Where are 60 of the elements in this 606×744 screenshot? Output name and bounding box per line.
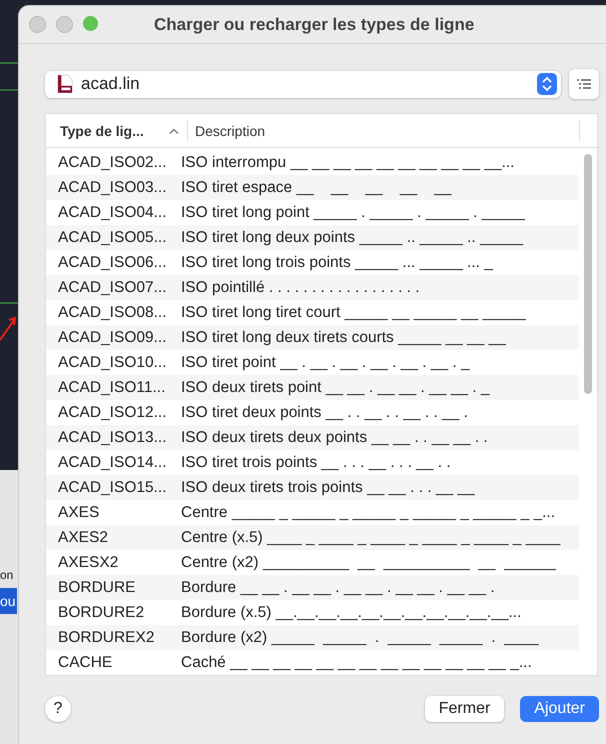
linetype-description: ISO tiret trois points __ . . . __ . . . __ . .	[181, 454, 451, 472]
file-dropdown[interactable]: acad.lin	[45, 70, 561, 98]
linetype-name: ACAD_ISO09...	[57, 328, 168, 346]
linetype-name: ACAD_ISO04...	[57, 204, 168, 222]
linetype-description: ISO deux tirets trois points __ __ . . . __ __	[181, 478, 475, 496]
linetype-description: Caché __ __ __ __ __ __ __ __ __ __ __ __ __ _...	[181, 654, 532, 672]
list-icon	[577, 79, 591, 89]
linetype-name: ACAD_ISO11...	[57, 378, 166, 396]
linetype-description: Bordure (x.5) __.__.__.__.__.__.__.__.__.__.__...	[181, 604, 522, 622]
help-button[interactable]: ?	[45, 696, 71, 722]
window-title: Charger ou recharger les types de ligne	[154, 14, 474, 34]
scrollbar[interactable]	[584, 154, 592, 394]
list-view-button[interactable]	[569, 69, 599, 99]
column-header[interactable]: Description	[188, 120, 580, 141]
linetype-description: ISO deux tirets point __ __ . __ __ . __ __ . _	[181, 378, 490, 396]
linetype-description: ISO tiret deux points __ . . __ . . __ . . __ .	[181, 404, 468, 422]
linetype-description: ISO interrompu __ __ __ __ __ __ __ __ __ __...	[181, 154, 514, 172]
linetype-description: ISO tiret espace __ __ __ __ __	[181, 178, 452, 196]
linetype-description: Bordure (x2) _____ _____ . _____ _____ . ____	[181, 628, 539, 646]
column-header[interactable]: Type de lig...	[46, 120, 188, 141]
linetype-name: AXES2	[57, 528, 109, 546]
linetype-name: ACAD_ISO08...	[57, 304, 168, 322]
linetype-name: AXESX2	[57, 554, 120, 572]
linetype-name: BORDURE2	[57, 604, 146, 622]
add-button[interactable]: Ajouter	[520, 696, 599, 722]
close-button[interactable]	[29, 16, 46, 33]
linetype-description: ISO tiret long tiret court _____ __ _____ __ _____	[181, 304, 526, 322]
linetype-name: ACAD_ISO02...	[57, 154, 168, 172]
linetype-name: ACAD_ISO06...	[57, 254, 168, 272]
linetype-description: ISO deux tirets deux points __ __ . . __ __ . .	[181, 428, 488, 446]
close-button[interactable]: Fermer	[424, 696, 504, 722]
linetype-description: ISO tiret long point _____ . _____ . _____ . _____	[181, 204, 525, 222]
linetype-description: ISO tiret long trois points _____ ... _____ ... _	[181, 254, 493, 272]
linetype-description: Centre _____ _ _____ _ _____ _ _____ _ _____ _ _...	[181, 504, 556, 522]
linetype-name: ACAD_ISO07...	[57, 278, 168, 296]
zoom-button[interactable]	[83, 16, 98, 31]
linetype-name: ACAD_ISO03...	[57, 178, 168, 196]
linetype-description: ISO tiret point __ . __ . __ . __ . __ . __ . _	[181, 354, 470, 372]
linetype-name: ACAD_ISO13...	[57, 428, 168, 446]
linetype-name: ACAD_ISO14...	[57, 454, 168, 472]
linetype-name: ACAD_ISO05...	[57, 228, 168, 246]
linetype-description: ISO tiret long deux tirets courts _____ __ __ __	[181, 328, 506, 346]
linetype-name: BORDUREX2	[57, 628, 156, 646]
dropdown-arrows-icon	[537, 73, 557, 95]
linetype-name: ACAD_ISO15...	[57, 478, 168, 496]
linetype-name: BORDURE	[57, 578, 137, 596]
linetype-description: Centre (x2) __________ __ __________ __ ______	[181, 554, 556, 572]
linetype-description: ISO tiret long deux points _____ .. _____ .. _____	[181, 228, 524, 246]
file-icon	[57, 74, 73, 94]
sort-ascending-icon	[169, 128, 179, 134]
linetype-name: ACAD_ISO12...	[57, 404, 168, 422]
linetype-description: ISO pointillé . . . . . . . . . . . . . . . . . .	[181, 278, 420, 296]
linetype-description: Bordure __ __ . __ __ . __ __ . __ __ . __ __ .	[181, 578, 495, 596]
background-list-item[interactable]: ou	[0, 588, 17, 614]
background-list-item[interactable]: on	[0, 562, 17, 588]
linetype-name: CACHE	[57, 654, 114, 672]
minimize-button[interactable]	[56, 16, 73, 33]
linetype-description: Centre (x.5) ____ _ ____ _ ____ _ ____ _ ____ _ ____	[181, 528, 560, 546]
linetype-name: AXES	[57, 504, 100, 522]
linetype-name: ACAD_ISO10...	[57, 354, 168, 372]
